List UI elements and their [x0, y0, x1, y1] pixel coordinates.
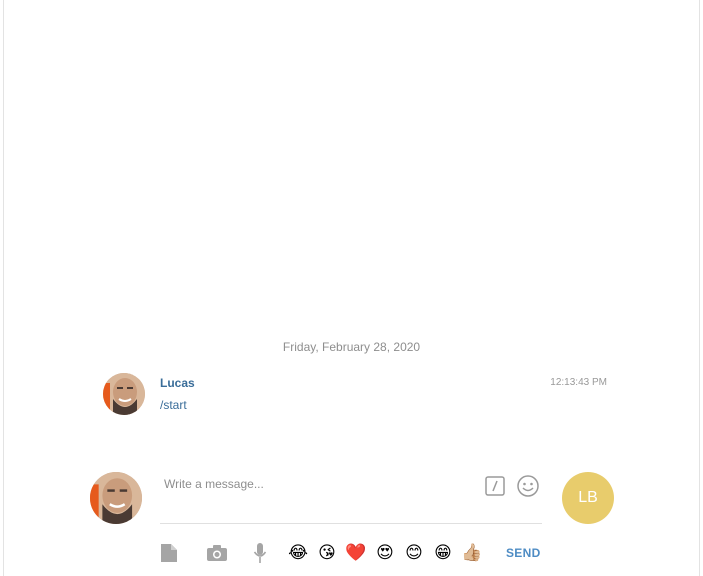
voice-record-button[interactable] [250, 541, 270, 565]
emoji-tears-of-joy-button[interactable]: 😂 [287, 542, 309, 564]
message-timestamp: 12:13:43 PM [550, 377, 607, 388]
date-separator: Friday, February 28, 2020 [282, 340, 421, 354]
send-button[interactable]: SEND [506, 546, 541, 560]
file-icon [161, 544, 177, 562]
emoji-picker-button[interactable] [516, 474, 540, 498]
avatar[interactable] [90, 472, 142, 524]
microphone-icon [253, 543, 267, 563]
camera-icon [207, 545, 227, 561]
peer-avatar[interactable]: LB [562, 472, 614, 524]
slash-command-icon [485, 476, 505, 496]
emoji-grin-button[interactable]: 😁 [432, 542, 454, 564]
emoji-blush-button[interactable]: 😊 [403, 542, 425, 564]
bot-command-button[interactable] [485, 476, 505, 496]
emoji-kiss-button[interactable]: 😘 [316, 542, 338, 564]
emoji-heart-button[interactable]: ❤️ [345, 542, 367, 564]
message-author[interactable]: Lucas [160, 376, 195, 390]
message-text[interactable]: /start [160, 398, 187, 412]
user-photo-icon [90, 472, 142, 524]
emoji-heart-eyes-button[interactable]: 😍 [374, 542, 396, 564]
message-input[interactable] [160, 474, 478, 494]
smile-icon [517, 475, 539, 497]
avatar[interactable] [103, 373, 145, 415]
emoji-thumbs-up-button[interactable]: 👍🏼 [461, 542, 483, 564]
attach-photo-button[interactable] [204, 541, 230, 565]
attach-file-button[interactable] [158, 541, 180, 565]
input-divider [160, 523, 542, 524]
user-photo-icon [103, 373, 145, 415]
